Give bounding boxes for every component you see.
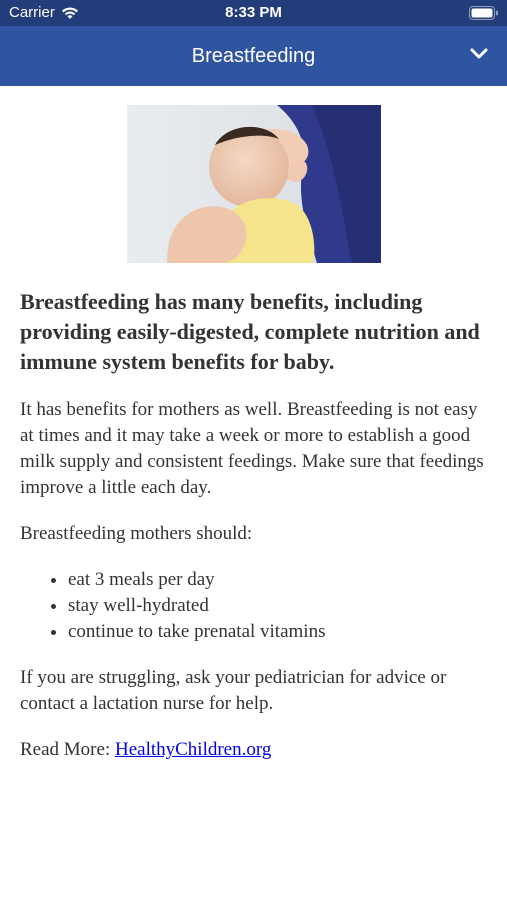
list-item: eat 3 meals per day: [68, 567, 487, 593]
article-headline: Breastfeeding has many benefits, includi…: [20, 289, 480, 374]
list-item: continue to take prenatal vitamins: [68, 619, 487, 645]
article-paragraph: It has benefits for mothers as well. Bre…: [20, 399, 484, 498]
read-more-label: Read More:: [20, 739, 111, 760]
article-paragraph: If you are struggling, ask your pediatri…: [20, 667, 447, 714]
chevron-down-icon[interactable]: [469, 43, 489, 63]
page-title: Breastfeeding: [191, 44, 316, 67]
list-intro: Breastfeeding mothers should:: [20, 523, 253, 544]
battery-icon: [469, 6, 498, 20]
list-item: stay well-hydrated: [68, 593, 487, 619]
status-bar: Carrier 8:33 PM: [0, 0, 507, 26]
recommendation-list: eat 3 meals per day stay well-hydrated c…: [20, 567, 487, 645]
breastfeeding-photo: [126, 105, 381, 263]
status-time: 8:33 PM: [225, 4, 282, 21]
read-more-link[interactable]: HealthyChildren.org: [115, 739, 271, 760]
article: Breastfeeding has many benefits, includi…: [0, 287, 507, 763]
nav-bar: Breastfeeding: [0, 26, 507, 86]
read-more: Read More: HealthyChildren.org: [20, 737, 487, 763]
